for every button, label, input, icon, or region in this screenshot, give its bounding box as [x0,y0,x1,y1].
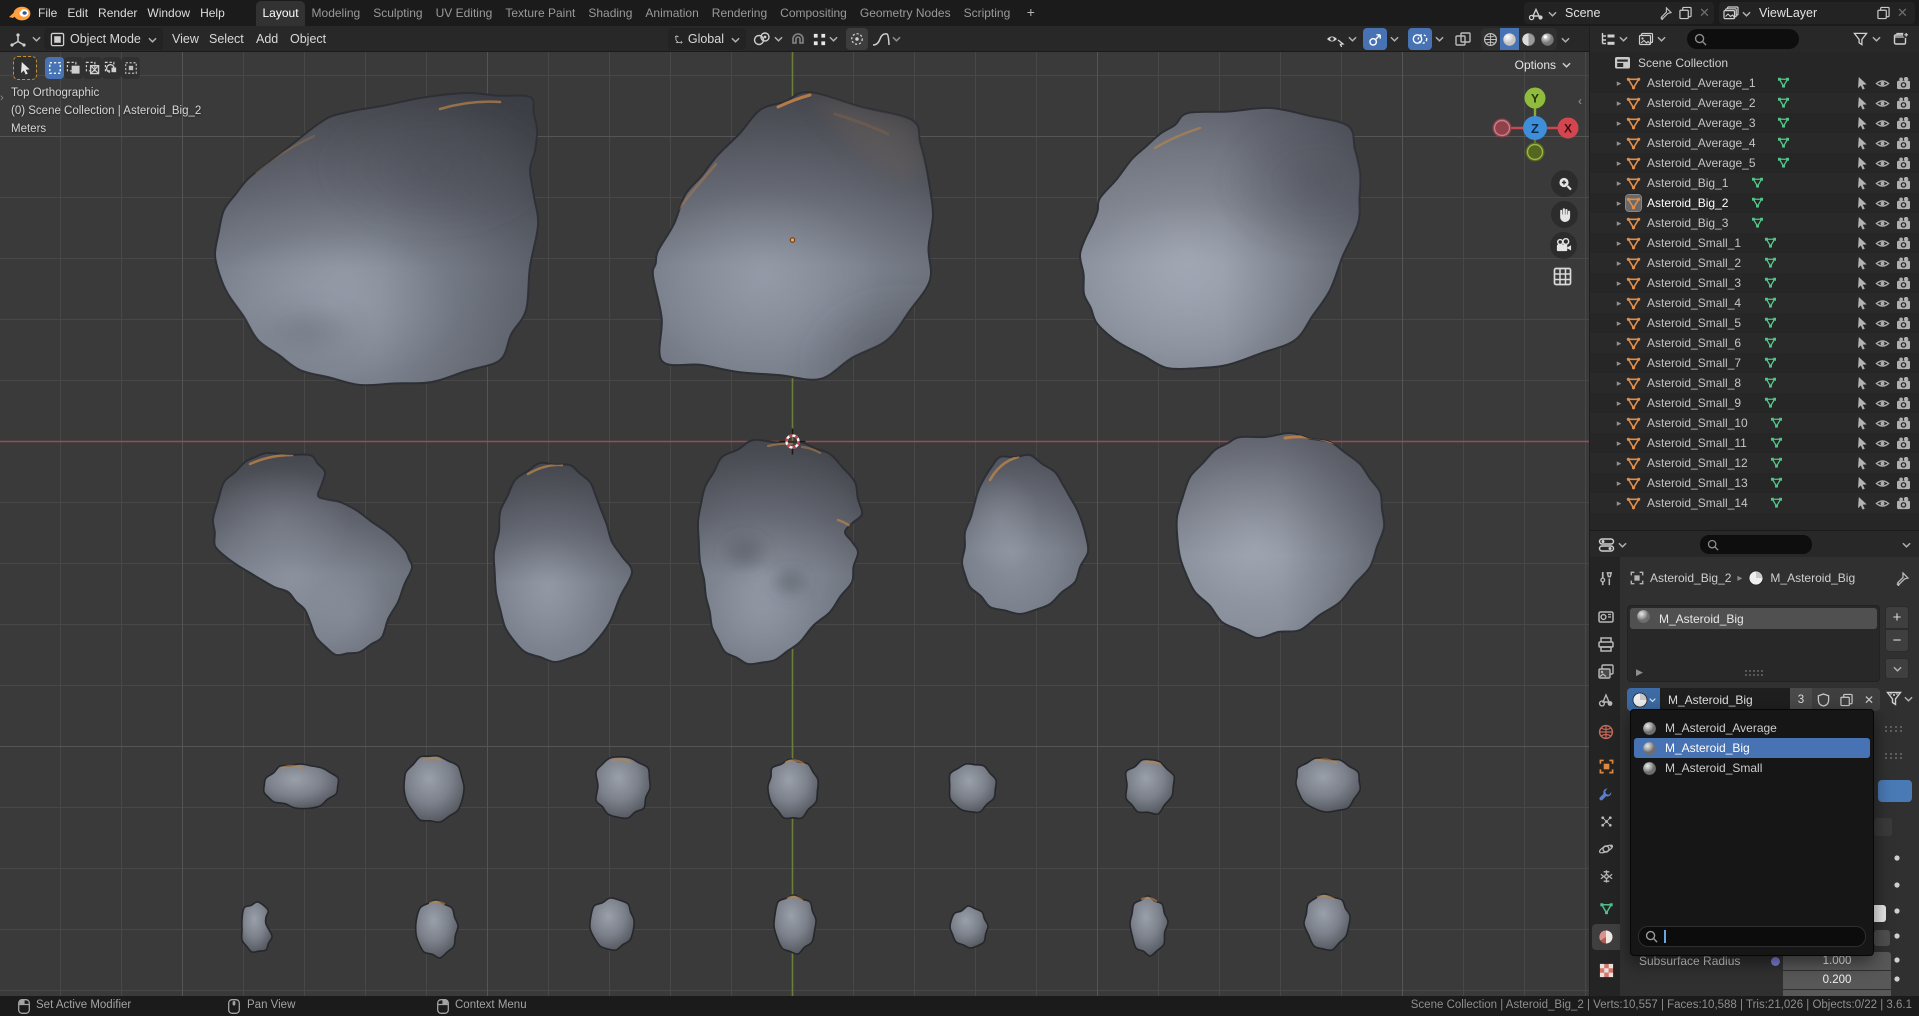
svg-text:Y: Y [1531,92,1539,106]
svg-text:X: X [1564,122,1572,136]
svg-text:Z: Z [1531,121,1539,136]
